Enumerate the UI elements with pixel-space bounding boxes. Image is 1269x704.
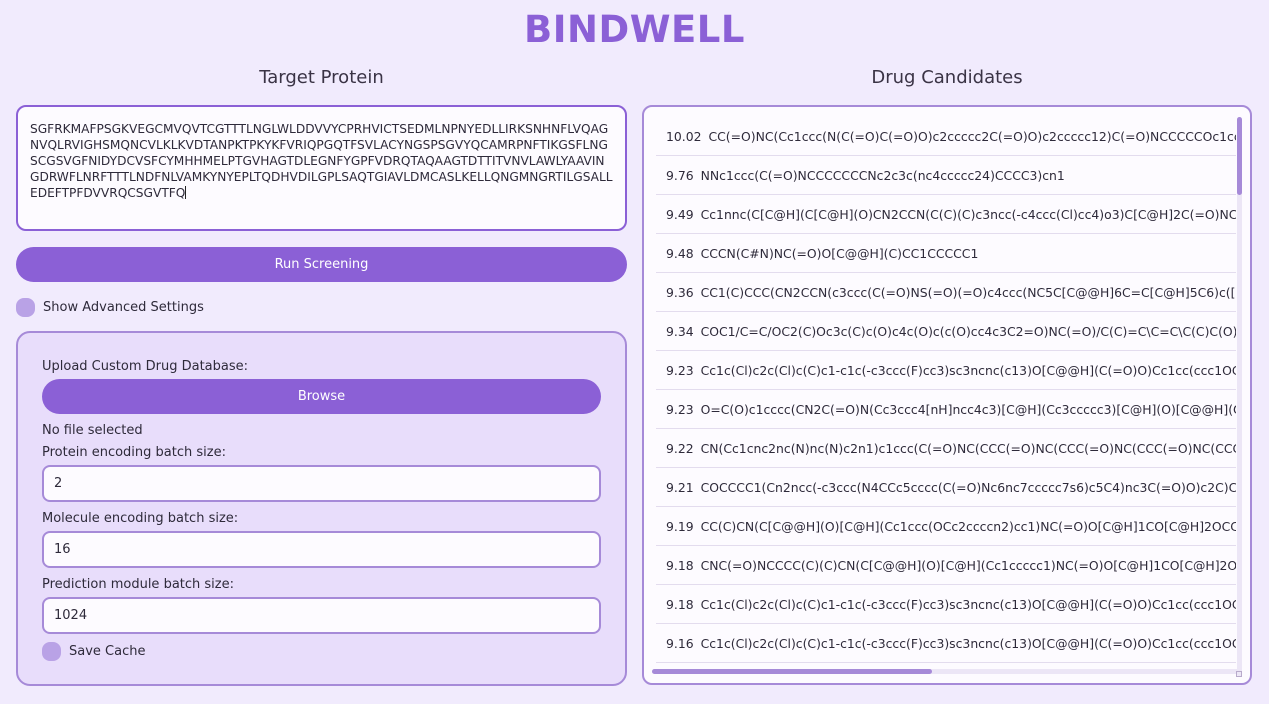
result-score: 10.02 <box>666 128 702 144</box>
result-score: 9.36 <box>666 284 694 300</box>
prediction-batch-input[interactable]: 1024 <box>42 597 601 634</box>
result-score: 9.18 <box>666 557 694 573</box>
app-title: BINDWELL <box>524 8 745 51</box>
result-score: 9.34 <box>666 323 694 339</box>
save-cache-toggle[interactable]: Save Cache <box>42 642 145 661</box>
result-smiles: CN(Cc1cnc2nc(N)nc(N)c2n1)c1ccc(C(=O)NC(C… <box>700 440 1236 456</box>
result-row[interactable]: 9.36 CC1(C)CCC(CN2CCN(c3ccc(C(=O)NS(=O)(=… <box>656 273 1236 312</box>
result-row[interactable]: 9.23 O=C(O)c1cccc(CN2C(=O)N(Cc3ccc4[nH]nc… <box>656 390 1236 429</box>
result-smiles: Cc1c(Cl)c2c(Cl)c(C)c1-c1c(-c3ccc(F)cc3)s… <box>700 362 1236 378</box>
browse-button[interactable]: Browse <box>42 379 601 414</box>
drug-candidates-heading: Drug Candidates <box>871 67 1023 88</box>
result-smiles: CC(C)CN(C[C@@H](O)[C@H](Cc1ccc(OCc2ccccn… <box>700 518 1236 534</box>
molecule-batch-input[interactable]: 16 <box>42 531 601 568</box>
result-smiles: COCCCC1(Cn2ncc(-c3ccc(N4CCc5cccc(C(=O)Nc… <box>700 479 1236 495</box>
result-row[interactable]: 9.48 CCCN(C#N)NC(=O)O[C@@H](C)CC1CCCCC1 <box>656 234 1236 273</box>
result-row[interactable]: 9.16 Cc1c(Cl)c2c(Cl)c(C)c1-c1c(-c3ccc(F)c… <box>656 624 1236 663</box>
result-row[interactable]: 9.21 COCCCC1(Cn2ncc(-c3ccc(N4CCc5cccc(C(=… <box>656 468 1236 507</box>
result-row[interactable]: 9.76 NNc1ccc(C(=O)NCCCCCCCNc2c3c(nc4ccccc… <box>656 156 1236 195</box>
result-score: 9.48 <box>666 245 694 261</box>
result-score: 9.23 <box>666 401 694 417</box>
result-row[interactable]: 9.34 COC1/C=C/OC2(C)Oc3c(C)c(O)c4c(O)c(c(… <box>656 312 1236 351</box>
result-score: 9.23 <box>666 362 694 378</box>
result-row[interactable]: 9.18 Cc1c(Cl)c2c(Cl)c(C)c1-c1c(-c3ccc(F)c… <box>656 585 1236 624</box>
result-row[interactable]: 9.18 CNC(=O)NCCCC(C)(C)CN(C[C@@H](O)[C@H]… <box>656 546 1236 585</box>
result-smiles: COC1/C=C/OC2(C)Oc3c(C)c(O)c4c(O)c(c(O)cc… <box>700 323 1236 339</box>
result-row[interactable]: 10.02 CC(=O)NC(Cc1ccc(N(C(=O)C(=O)O)c2ccc… <box>656 117 1236 156</box>
save-cache-checkbox[interactable] <box>42 642 61 661</box>
result-row[interactable]: 9.19 CC(C)CN(C[C@@H](O)[C@H](Cc1ccc(OCc2c… <box>656 507 1236 546</box>
protein-sequence-input[interactable]: SGFRKMAFPSGKVEGCMVQVTCGTTTLNGLWLDDVVYCPR… <box>16 105 627 231</box>
result-smiles: O=C(O)c1cccc(CN2C(=O)N(Cc3ccc4[nH]ncc4c3… <box>700 401 1236 417</box>
protein-batch-label: Protein encoding batch size: <box>42 445 226 460</box>
result-smiles: CC1(C)CCC(CN2CCN(c3ccc(C(=O)NS(=O)(=O)c4… <box>700 284 1236 300</box>
drug-candidates-panel[interactable]: 10.02 CC(=O)NC(Cc1ccc(N(C(=O)C(=O)O)c2ccc… <box>642 105 1252 685</box>
result-score: 9.22 <box>666 440 694 456</box>
result-score: 9.19 <box>666 518 694 534</box>
result-smiles: CNC(=O)NCCCC(C)(C)CN(C[C@@H](O)[C@H](Cc1… <box>700 557 1236 573</box>
results-list: 10.02 CC(=O)NC(Cc1ccc(N(C(=O)C(=O)O)c2ccc… <box>656 117 1236 665</box>
protein-batch-input[interactable]: 2 <box>42 465 601 502</box>
vertical-scroll-thumb[interactable] <box>1237 117 1242 195</box>
horizontal-scroll-thumb[interactable] <box>652 669 932 674</box>
vertical-scrollbar[interactable] <box>1237 117 1242 677</box>
show-advanced-settings-toggle[interactable]: Show Advanced Settings <box>16 298 204 317</box>
result-score: 9.16 <box>666 635 694 651</box>
result-smiles: CCCN(C#N)NC(=O)O[C@@H](C)CC1CCCCC1 <box>700 245 979 261</box>
horizontal-scrollbar[interactable] <box>652 669 1240 674</box>
result-score: 9.21 <box>666 479 694 495</box>
result-smiles: CC(=O)NC(Cc1ccc(N(C(=O)C(=O)O)c2ccccc2C(… <box>708 128 1236 144</box>
result-score: 9.76 <box>666 167 694 183</box>
target-protein-heading: Target Protein <box>259 67 384 88</box>
file-status-text: No file selected <box>42 423 143 438</box>
molecule-batch-label: Molecule encoding batch size: <box>42 511 239 526</box>
advanced-settings-panel: Upload Custom Drug Database: Browse No f… <box>16 331 627 686</box>
result-row[interactable]: 9.49 Cc1nnc(C[C@H](C[C@H](O)CN2CCN(C(C)(C… <box>656 195 1236 234</box>
text-caret <box>185 186 187 199</box>
result-score: 9.18 <box>666 596 694 612</box>
protein-sequence-text: SGFRKMAFPSGKVEGCMVQVTCGTTTLNGLWLDDVVYCPR… <box>30 122 613 200</box>
upload-database-label: Upload Custom Drug Database: <box>42 359 249 374</box>
result-smiles: NNc1ccc(C(=O)NCCCCCCCNc2c3c(nc4ccccc24)C… <box>700 167 1065 183</box>
prediction-batch-label: Prediction module batch size: <box>42 577 234 592</box>
result-row[interactable]: 9.23 Cc1c(Cl)c2c(Cl)c(C)c1-c1c(-c3ccc(F)c… <box>656 351 1236 390</box>
result-row[interactable]: 9.22 CN(Cc1cnc2nc(N)nc(N)c2n1)c1ccc(C(=O)… <box>656 429 1236 468</box>
scroll-corner <box>1236 671 1242 677</box>
result-smiles: Cc1c(Cl)c2c(Cl)c(C)c1-c1c(-c3ccc(F)cc3)s… <box>700 596 1236 612</box>
advanced-settings-checkbox[interactable] <box>16 298 35 317</box>
result-score: 9.49 <box>666 206 694 222</box>
result-smiles: Cc1nnc(C[C@H](C[C@H](O)CN2CCN(C(C)(C)c3n… <box>700 206 1236 222</box>
result-smiles: Cc1c(Cl)c2c(Cl)c(C)c1-c1c(-c3ccc(F)cc3)s… <box>700 635 1236 651</box>
show-advanced-label: Show Advanced Settings <box>43 300 204 315</box>
run-screening-button[interactable]: Run Screening <box>16 247 627 282</box>
save-cache-label: Save Cache <box>69 644 146 659</box>
